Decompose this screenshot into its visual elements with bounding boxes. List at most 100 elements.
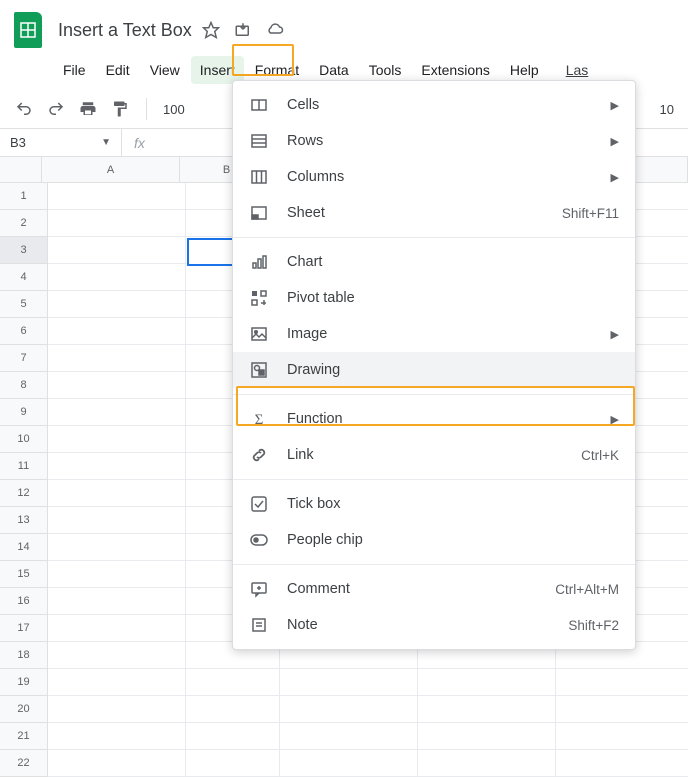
cell[interactable]	[48, 723, 186, 750]
row-header[interactable]: 17	[0, 615, 48, 642]
menu-item-label: Sheet	[287, 205, 544, 221]
row-header[interactable]: 7	[0, 345, 48, 372]
row-header[interactable]: 12	[0, 480, 48, 507]
row-header[interactable]: 5	[0, 291, 48, 318]
cell[interactable]	[48, 480, 186, 507]
row-header[interactable]: 2	[0, 210, 48, 237]
menu-view[interactable]: View	[141, 56, 189, 84]
star-icon[interactable]	[202, 21, 220, 39]
menu-item-people-chip[interactable]: People chip	[233, 522, 635, 558]
document-title[interactable]: Insert a Text Box	[58, 20, 192, 41]
cell[interactable]	[418, 669, 556, 696]
cell[interactable]	[418, 750, 556, 777]
cell[interactable]	[48, 669, 186, 696]
zoom-value[interactable]: 100	[163, 102, 185, 117]
last-edit-link[interactable]: Las	[566, 62, 589, 78]
function-icon: Σ	[249, 409, 269, 429]
cell[interactable]	[48, 534, 186, 561]
cell[interactable]	[48, 210, 186, 237]
column-header-a[interactable]: A	[42, 157, 180, 183]
redo-icon[interactable]	[46, 99, 66, 119]
cell[interactable]	[48, 426, 186, 453]
cell[interactable]	[186, 696, 280, 723]
menu-item-note[interactable]: NoteShift+F2	[233, 607, 635, 643]
cell[interactable]	[280, 750, 418, 777]
sheets-logo[interactable]	[8, 10, 48, 50]
row-header[interactable]: 22	[0, 750, 48, 777]
cell[interactable]	[556, 723, 688, 750]
name-box-value: B3	[10, 135, 26, 150]
menu-item-link[interactable]: LinkCtrl+K	[233, 437, 635, 473]
cell[interactable]	[280, 723, 418, 750]
cell[interactable]	[556, 696, 688, 723]
menu-item-columns[interactable]: Columns▶	[233, 159, 635, 195]
menu-file[interactable]: File	[54, 56, 95, 84]
cell[interactable]	[48, 561, 186, 588]
menu-item-label: Comment	[287, 581, 537, 597]
cell[interactable]	[48, 318, 186, 345]
cell[interactable]	[48, 264, 186, 291]
font-size-value[interactable]: 10	[656, 102, 674, 117]
cell[interactable]	[48, 453, 186, 480]
undo-icon[interactable]	[14, 99, 34, 119]
cloud-status-icon[interactable]	[266, 21, 284, 39]
row-header[interactable]: 10	[0, 426, 48, 453]
menu-item-cells[interactable]: Cells▶	[233, 87, 635, 123]
note-icon	[249, 615, 269, 635]
cell[interactable]	[186, 723, 280, 750]
cell[interactable]	[48, 696, 186, 723]
row-header[interactable]: 16	[0, 588, 48, 615]
menu-item-rows[interactable]: Rows▶	[233, 123, 635, 159]
cell[interactable]	[48, 345, 186, 372]
row-header[interactable]: 4	[0, 264, 48, 291]
menu-item-function[interactable]: ΣFunction▶	[233, 401, 635, 437]
menu-item-comment[interactable]: CommentCtrl+Alt+M	[233, 571, 635, 607]
cell[interactable]	[280, 696, 418, 723]
cell[interactable]	[280, 669, 418, 696]
menu-item-chart[interactable]: Chart	[233, 244, 635, 280]
cell[interactable]	[418, 723, 556, 750]
cell[interactable]	[48, 183, 186, 210]
row-header[interactable]: 8	[0, 372, 48, 399]
cell[interactable]	[418, 696, 556, 723]
cell[interactable]	[48, 399, 186, 426]
row-header[interactable]: 1	[0, 183, 48, 210]
menu-item-pivot-table[interactable]: Pivot table	[233, 280, 635, 316]
row-header[interactable]: 14	[0, 534, 48, 561]
row-header[interactable]: 19	[0, 669, 48, 696]
cell[interactable]	[48, 507, 186, 534]
cell[interactable]	[186, 669, 280, 696]
row-header[interactable]: 15	[0, 561, 48, 588]
cell[interactable]	[48, 291, 186, 318]
menu-item-image[interactable]: Image▶	[233, 316, 635, 352]
cell[interactable]	[48, 588, 186, 615]
name-box[interactable]: B3 ▼	[0, 129, 122, 156]
row-header[interactable]: 20	[0, 696, 48, 723]
row-header[interactable]: 9	[0, 399, 48, 426]
cell[interactable]	[48, 372, 186, 399]
select-all-corner[interactable]	[0, 157, 42, 183]
menu-item-sheet[interactable]: SheetShift+F11	[233, 195, 635, 231]
move-icon[interactable]	[234, 21, 252, 39]
menu-edit[interactable]: Edit	[97, 56, 139, 84]
cell[interactable]	[48, 750, 186, 777]
cell[interactable]	[48, 615, 186, 642]
cell[interactable]	[48, 237, 186, 264]
cell[interactable]	[556, 669, 688, 696]
menu-separator	[233, 564, 635, 565]
cell[interactable]	[48, 642, 186, 669]
row-header[interactable]: 21	[0, 723, 48, 750]
row-header[interactable]: 6	[0, 318, 48, 345]
paint-format-icon[interactable]	[110, 99, 130, 119]
cell[interactable]	[186, 750, 280, 777]
row-header[interactable]: 18	[0, 642, 48, 669]
menu-item-drawing[interactable]: Drawing	[233, 352, 635, 388]
insert-dropdown: Cells▶Rows▶Columns▶SheetShift+F11 ChartPi…	[232, 80, 636, 650]
chart-icon	[249, 252, 269, 272]
row-header[interactable]: 13	[0, 507, 48, 534]
cell[interactable]	[556, 750, 688, 777]
row-header[interactable]: 3	[0, 237, 48, 264]
print-icon[interactable]	[78, 99, 98, 119]
menu-item-tick-box[interactable]: Tick box	[233, 486, 635, 522]
row-header[interactable]: 11	[0, 453, 48, 480]
